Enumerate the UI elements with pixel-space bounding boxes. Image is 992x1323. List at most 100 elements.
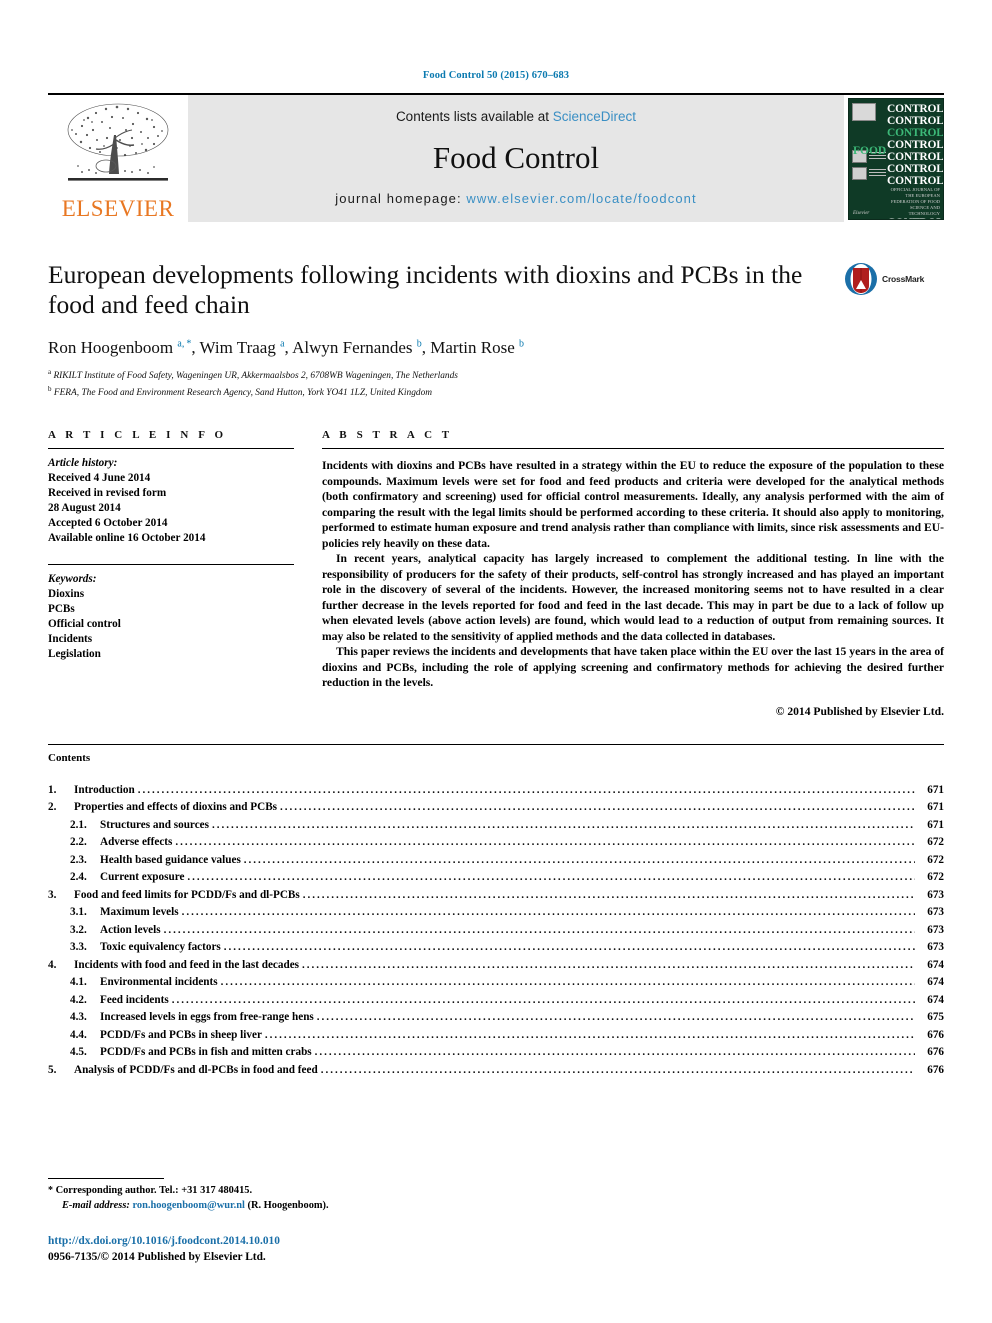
article-history-group: Article history: Received 4 June 2014 Re… [48,449,294,546]
masthead-center-panel: Contents lists available at ScienceDirec… [188,95,844,222]
title-text-container: European developments following incident… [48,260,844,320]
journal-cover-container: CONTROL CONTROL CONTROL CONTROL CONTROL … [844,95,944,222]
corresponding-author-note: * Corresponding author. Tel.: +31 317 48… [48,1184,944,1213]
crossmark-badge[interactable]: CrossMark [844,260,944,296]
toc-entry[interactable]: 4.4. PCDD/Fs and PCBs in sheep liver.....… [48,1027,944,1045]
abstract-column: A B S T R A C T Incidents with dioxins a… [322,429,944,718]
email-line: E-mail address: ron.hoogenboom@wur.nl (R… [48,1199,944,1214]
abstract-heading: A B S T R A C T [322,429,453,442]
toc-entry-number: 2.3. [70,853,87,866]
journal-cover-thumbnail: CONTROL CONTROL CONTROL CONTROL CONTROL … [848,97,944,220]
abstract-body: Incidents with dioxins and PCBs have res… [322,449,944,691]
journal-homepage-link[interactable]: www.elsevier.com/locate/foodcont [466,191,696,206]
cover-row: CONTROL [887,217,943,218]
toc-leader-dots: ........................................… [280,801,915,814]
abstract-copyright: © 2014 Published by Elsevier Ltd. [775,704,944,718]
article-history-label: Article history: [48,457,118,470]
toc-entry-number: 4.5. [70,1046,87,1059]
contents-heading: Contents [48,751,91,764]
sciencedirect-link[interactable]: ScienceDirect [553,109,636,124]
toc-entry-number: 3. [48,888,57,901]
history-line: Available online 16 October 2014 [48,532,206,545]
toc-entry[interactable]: 2. Properties and effects of dioxins and … [48,799,944,817]
toc-entry-label: Analysis of PCDD/Fs and dl-PCBs in food … [74,1063,318,1076]
cover-row: CONTROL [887,175,944,188]
toc-entry[interactable]: 3.1. Maximum levels......................… [48,904,944,922]
cover-mini-image-2 [852,166,867,180]
toc-leader-dots: ........................................… [302,888,915,901]
keyword-item: Dioxins [48,588,85,601]
toc-entry-page: 675 [927,1011,944,1024]
keyword-item: Legislation [48,648,101,661]
history-line: 28 August 2014 [48,502,121,515]
info-abstract-section: A R T I C L E I N F O Article history: R… [48,429,944,718]
affiliation-a-text: RIKILT Institute of Food Safety, Wagenin… [53,371,458,382]
toc-entry[interactable]: 1. Introduction..........................… [48,782,944,800]
toc-entry-number: 2.1. [70,818,87,831]
toc-entry-label: Adverse effects [100,836,173,849]
toc-entry-page: 671 [927,818,944,831]
footer-bottom: http://dx.doi.org/10.1016/j.foodcont.201… [48,1233,944,1265]
toc-entry[interactable]: 4.2. Feed incidents......................… [48,992,944,1010]
toc-leader-dots: ........................................… [171,993,915,1006]
toc-entry-number: 4.3. [70,1011,87,1024]
toc-entry-label: Action levels [100,923,161,936]
history-line: Accepted 6 October 2014 [48,517,168,530]
contents-available-line: Contents lists available at ScienceDirec… [396,109,636,124]
abstract-paragraph: This paper reviews the incidents and dev… [322,645,944,690]
toc-entry-page: 673 [927,888,944,901]
toc-entry-label: Incidents with food and feed in the last… [74,958,300,971]
issn-copyright: 0956-7135/© 2014 Published by Elsevier L… [48,1251,266,1263]
toc-entry-label: Properties and effects of dioxins and PC… [74,801,278,814]
toc-entry[interactable]: 2.4. Current exposure....................… [48,869,944,887]
doi-link[interactable]: http://dx.doi.org/10.1016/j.foodcont.201… [48,1233,944,1249]
toc-entry[interactable]: 2.3. Health based guidance values........… [48,852,944,870]
toc-entry-number: 2. [48,801,57,814]
cover-left-column [852,102,886,184]
toc-entry-label: Health based guidance values [100,853,241,866]
toc-entry-number: 4.2. [70,993,87,1006]
cover-right-column: CONTROL CONTROL CONTROL CONTROL CONTROL … [887,102,944,219]
running-head: Food Control 50 (2015) 670–683 [422,70,570,81]
toc-leader-dots: ........................................… [137,783,915,796]
toc-entry[interactable]: 2.1. Structures and sources..............… [48,817,944,835]
toc-leader-dots: ........................................… [314,1046,915,1059]
toc-leader-dots: ........................................… [302,958,915,971]
cover-row: CONTROL [887,114,944,127]
affiliation-a: a RIKILT Institute of Food Safety, Wagen… [48,368,458,382]
toc-entry[interactable]: 4. Incidents with food and feed in the la… [48,957,944,975]
toc-entry[interactable]: 5. Analysis of PCDD/Fs and dl-PCBs in foo… [48,1062,944,1080]
cover-row: CONTROL [887,162,944,175]
email-link[interactable]: ron.hoogenboom@wur.nl [132,1200,244,1211]
toc-entry-number: 3.1. [70,906,87,919]
toc-leader-dots: ........................................… [243,853,915,866]
toc-entry-number: 4.1. [70,976,87,989]
affiliation-b: b FERA, The Food and Environment Researc… [48,384,433,398]
divider [48,743,944,745]
toc-entry[interactable]: 2.2. Adverse effects.....................… [48,834,944,852]
toc-entry-page: 676 [927,1028,944,1041]
cover-publisher-badge [852,102,876,121]
toc-entry-page: 674 [927,958,944,971]
keyword-item: Official control [48,618,121,631]
keyword-item: Incidents [48,633,93,646]
email-suffix: (R. Hoogenboom). [247,1199,329,1211]
page-title: European developments following incident… [48,260,803,319]
toc-entry[interactable]: 4.1. Environmental incidents.............… [48,974,944,992]
toc-entry-page: 671 [927,783,944,796]
asterisk-icon: * [48,1185,53,1196]
toc-entry-label: Food and feed limits for PCDD/Fs and dl-… [74,888,300,901]
elsevier-logo: ELSEVIER [48,95,188,222]
abstract-paragraph: In recent years, analytical capacity has… [322,552,944,643]
cover-row: CONTROL [887,102,944,115]
contents-available-prefix: Contents lists available at [395,109,553,124]
toc-entry[interactable]: 4.3. Increased levels in eggs from free-r… [48,1009,944,1027]
toc-entry[interactable]: 3. Food and feed limits for PCDD/Fs and d… [48,887,944,905]
page-footer: * Corresponding author. Tel.: +31 317 48… [48,1178,944,1265]
toc-entry-label: Maximum levels [100,906,179,919]
toc-entry-number: 3.2. [70,923,87,936]
toc-entry[interactable]: 4.5. PCDD/Fs and PCBs in fish and mitten … [48,1044,944,1062]
toc-entry-page: 673 [927,906,944,919]
toc-entry[interactable]: 3.3. Toxic equivalency factors...........… [48,939,944,957]
toc-entry[interactable]: 3.2. Action levels.......................… [48,922,944,940]
